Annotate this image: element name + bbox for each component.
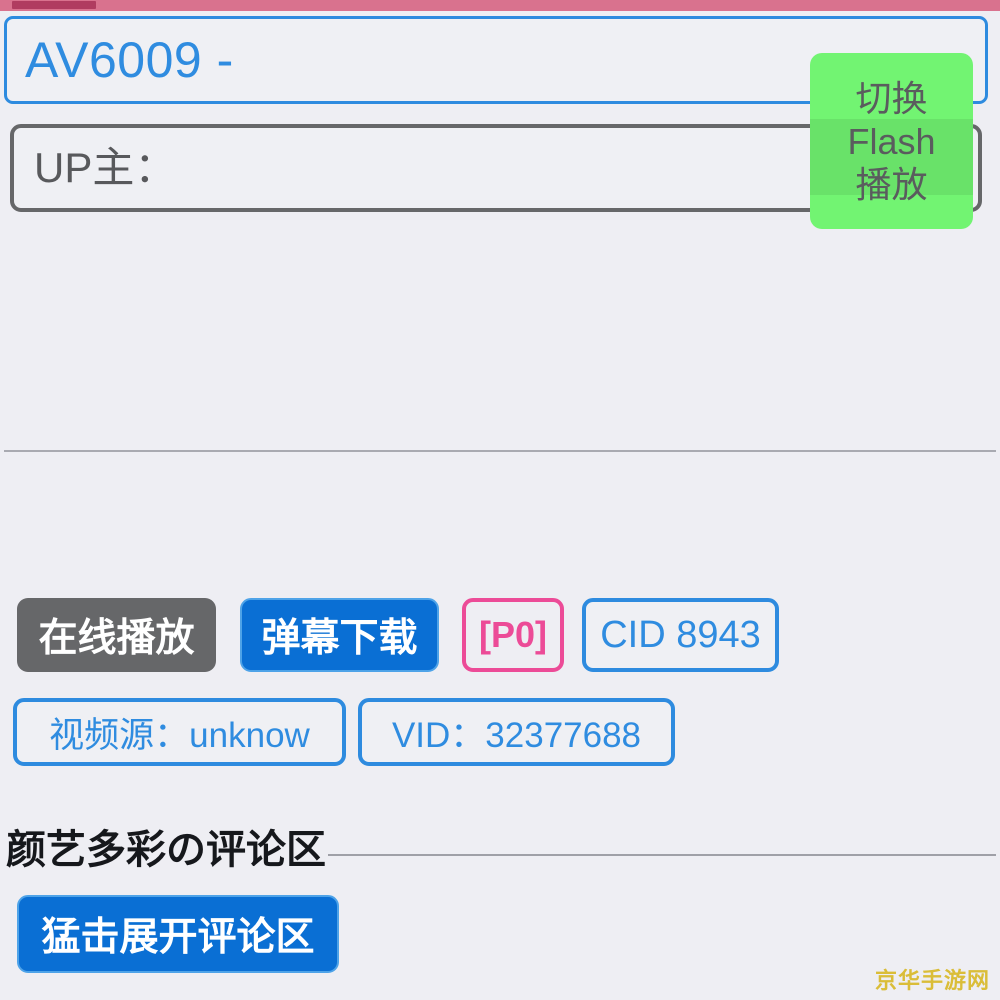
top-status-bar bbox=[0, 0, 1000, 11]
flash-toggle-line-3: 播放 bbox=[855, 163, 928, 205]
top-bar-progress-segment bbox=[12, 1, 96, 9]
video-title-text: AV6009 - bbox=[25, 32, 234, 88]
site-watermark: 京华手游网 bbox=[874, 968, 990, 993]
flash-toggle-line-1: 切换 bbox=[855, 77, 928, 119]
danmaku-download-button[interactable]: 弹幕下载 bbox=[240, 598, 439, 672]
cid-badge[interactable]: CID 8943 bbox=[582, 598, 779, 672]
video-source-badge[interactable]: 视频源：unknow bbox=[13, 698, 346, 766]
online-play-button[interactable]: 在线播放 bbox=[17, 598, 216, 672]
part-index-badge[interactable]: [P0] bbox=[462, 598, 564, 672]
content-divider bbox=[4, 450, 996, 452]
uploader-label: UP主： bbox=[34, 144, 177, 191]
vid-badge[interactable]: VID：32377688 bbox=[358, 698, 675, 766]
comment-section-header: 颜艺多彩の评论区 bbox=[6, 826, 996, 874]
comment-header-rule bbox=[328, 854, 996, 856]
switch-flash-player-button[interactable]: 切换 Flash 播放 bbox=[810, 53, 973, 229]
flash-toggle-line-2: Flash bbox=[847, 120, 936, 162]
comment-section-title: 颜艺多彩の评论区 bbox=[6, 828, 326, 872]
expand-comments-button[interactable]: 猛击展开评论区 bbox=[17, 895, 339, 973]
